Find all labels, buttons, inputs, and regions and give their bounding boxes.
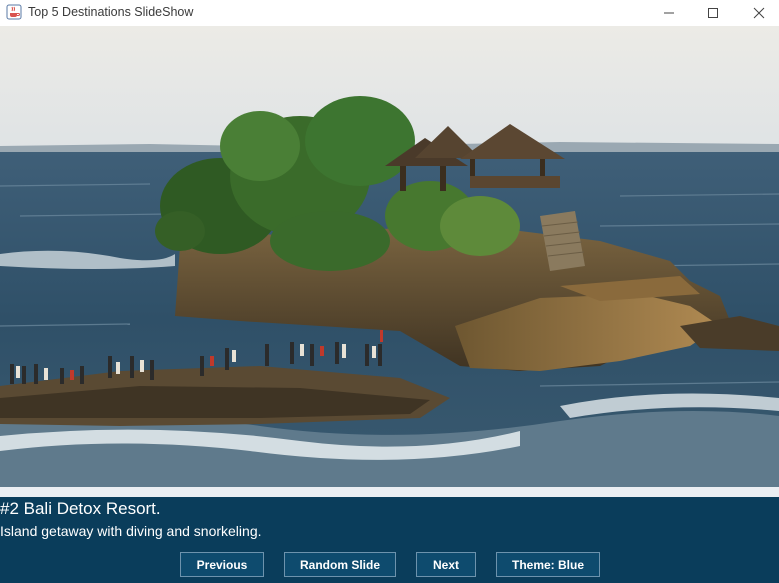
temple-island-photo <box>0 26 779 487</box>
random-slide-button[interactable]: Random Slide <box>284 552 396 577</box>
minimize-icon <box>664 12 674 14</box>
caption-panel: #2 Bali Detox Resort. Island getaway wit… <box>0 497 779 583</box>
slide-description: Island getaway with diving and snorkelin… <box>0 523 262 539</box>
slide-title: #2 Bali Detox Resort. <box>0 499 161 518</box>
close-icon <box>753 7 765 19</box>
slide-image <box>0 26 779 487</box>
window-title: Top 5 Destinations SlideShow <box>28 5 194 19</box>
java-cup-icon <box>6 4 22 20</box>
minimize-button[interactable] <box>646 0 692 26</box>
maximize-button[interactable] <box>690 0 736 26</box>
close-button[interactable] <box>736 0 779 26</box>
image-bottom-border <box>0 487 779 497</box>
theme-button[interactable]: Theme: Blue <box>496 552 600 577</box>
next-button[interactable]: Next <box>416 552 476 577</box>
title-bar[interactable]: Top 5 Destinations SlideShow <box>0 0 779 26</box>
maximize-icon <box>708 8 718 18</box>
previous-button[interactable]: Previous <box>180 552 264 577</box>
